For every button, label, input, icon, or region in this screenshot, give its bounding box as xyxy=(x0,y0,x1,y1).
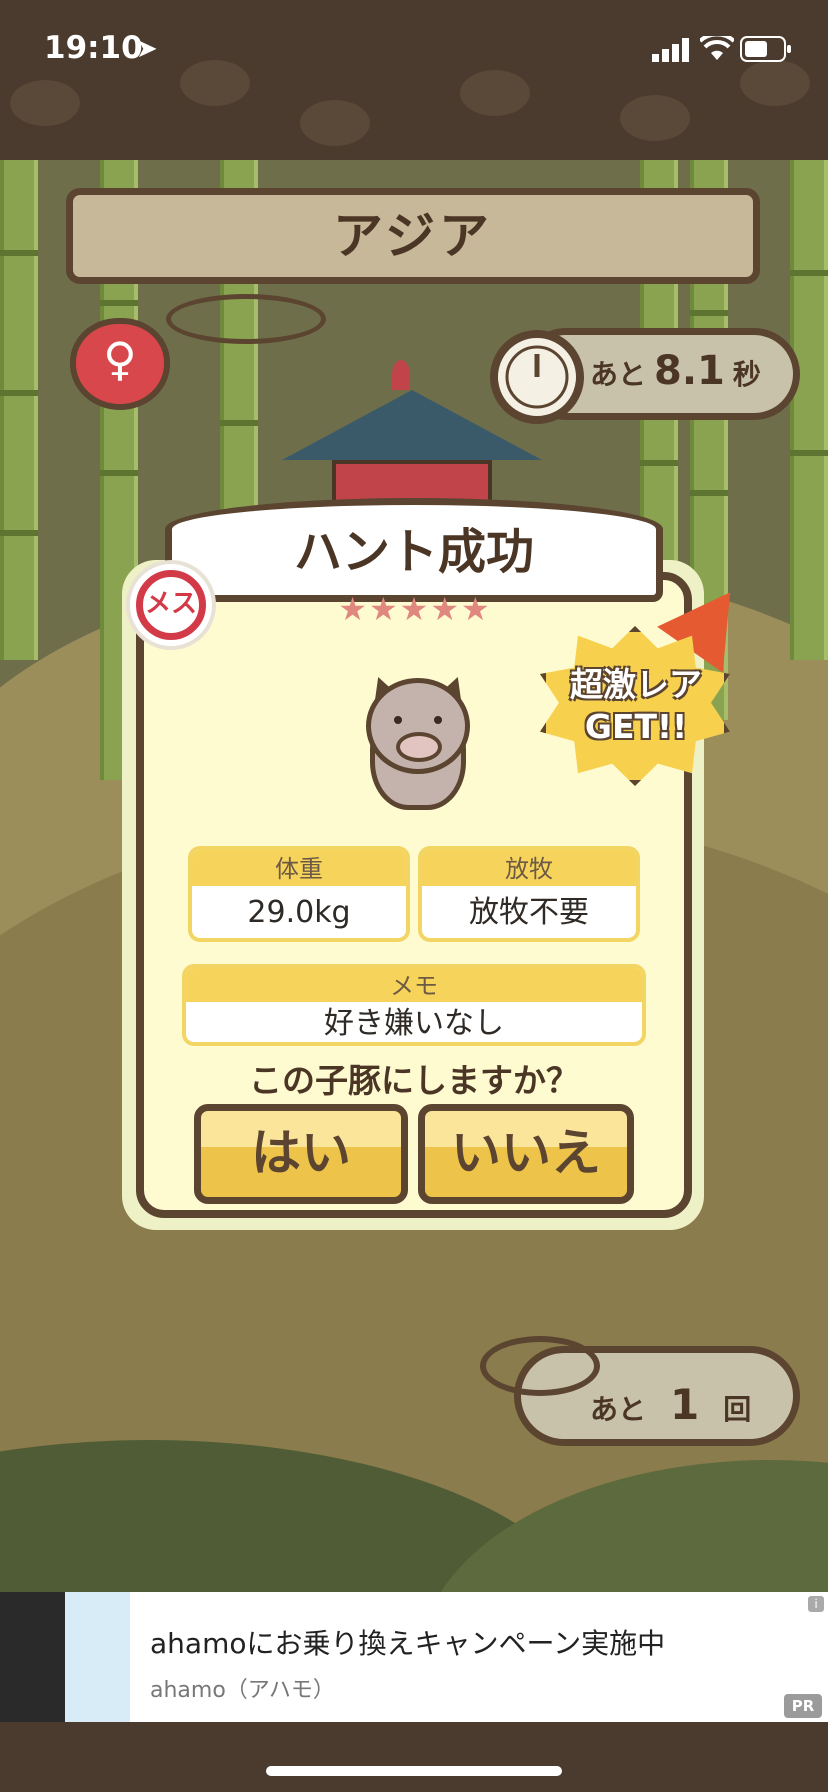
no-button-label: いいえ xyxy=(451,1124,601,1182)
memo-box: メモ 好き嫌いなし xyxy=(182,964,646,1046)
result-title: ハント成功 xyxy=(293,524,534,580)
timer-value: 8.1 xyxy=(654,348,725,394)
remaining-unit: 回 xyxy=(723,1393,752,1426)
super-rare-line1: 超激レア xyxy=(570,665,702,704)
wifi-icon xyxy=(698,32,736,66)
bottom-bar xyxy=(0,1722,828,1792)
remaining-value: 1 xyxy=(670,1380,700,1429)
ad-info-icon[interactable]: i xyxy=(808,1596,824,1612)
female-badge-label: メス xyxy=(136,570,206,640)
memo-label: メモ xyxy=(186,968,642,1002)
grazing-label: 放牧 xyxy=(422,850,636,886)
grazing-box: 放牧 放牧不要 xyxy=(418,846,640,942)
weight-label: 体重 xyxy=(192,850,406,886)
status-time: 19:10 xyxy=(44,30,143,66)
female-symbol-icon: ♀ xyxy=(103,332,137,386)
ad-title[interactable]: ahamoにお乗り換えキャンペーン実施中 xyxy=(150,1622,665,1662)
yes-button[interactable]: はい xyxy=(194,1104,408,1204)
weight-value: 29.0kg xyxy=(247,895,351,930)
weight-box: 体重 29.0kg xyxy=(188,846,410,942)
pig-snout xyxy=(396,732,442,762)
pig-eye-right xyxy=(434,716,442,724)
super-rare-label: 超激レア GET!! xyxy=(548,664,724,748)
home-indicator[interactable] xyxy=(266,1766,562,1776)
rope-icon xyxy=(480,1336,600,1396)
remaining-text: あと 1 回 xyxy=(590,1380,751,1429)
memo-value: 好き嫌いなし xyxy=(324,1006,504,1041)
ad-pr-badge: PR xyxy=(784,1694,822,1718)
rarity-stars: ★★★★★ xyxy=(338,590,492,628)
timer-unit: 秒 xyxy=(732,358,761,391)
ad-image[interactable] xyxy=(0,1592,130,1722)
result-banner: ハント成功 xyxy=(165,498,663,602)
grazing-value: 放牧不要 xyxy=(469,895,589,930)
ad-subtitle: ahamo（アハモ） xyxy=(150,1678,335,1703)
region-title: アジア xyxy=(333,207,493,265)
status-bar xyxy=(0,0,828,160)
signal-icon xyxy=(652,38,692,66)
location-icon: ➤ xyxy=(136,34,158,64)
yes-button-label: はい xyxy=(251,1124,351,1182)
timer-prefix: あと xyxy=(590,358,647,391)
lasso-icon xyxy=(166,294,326,344)
pig-eye-left xyxy=(394,716,402,724)
stopwatch-icon xyxy=(490,330,584,424)
timer-text: あと 8.1 秒 xyxy=(590,348,761,394)
battery-icon xyxy=(740,36,792,66)
super-rare-line2: GET!! xyxy=(584,707,688,746)
remaining-prefix: あと xyxy=(590,1393,647,1426)
confirm-question: この子豚にしますか？ xyxy=(249,1061,579,1100)
no-button[interactable]: いいえ xyxy=(418,1104,634,1204)
region-sign: アジア xyxy=(66,188,760,284)
